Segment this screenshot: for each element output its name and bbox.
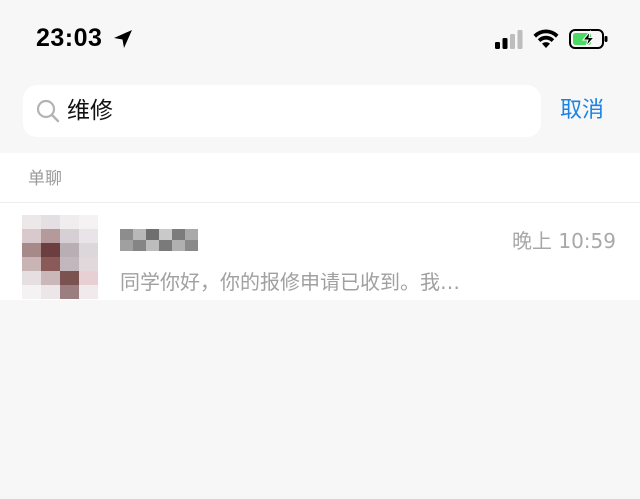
section-header: 单聊 [0, 153, 640, 202]
message-time: 晚上 10:59 [512, 229, 616, 253]
cellular-signal-icon [495, 30, 523, 49]
avatar [22, 215, 98, 299]
search-query[interactable]: 维修 [67, 97, 113, 125]
status-bar: 23:03 [0, 0, 640, 80]
section-title: 单聊 [28, 169, 62, 189]
wifi-icon [533, 29, 559, 48]
status-time: 23:03 [36, 24, 103, 52]
search-icon [36, 99, 60, 123]
search-input[interactable]: 维修 [23, 85, 541, 137]
message-preview: 同学你好，你的报修申请已收到。我… [120, 270, 460, 294]
chat-result-item[interactable]: 晚上 10:59 同学你好，你的报修申请已收到。我… [0, 203, 640, 300]
contact-name-pixelated [120, 229, 198, 251]
search-results-screen: 23:03 维修 取消 单聊 晚上 10:59 同学你好，你的报修申请已收到。我… [0, 0, 640, 499]
cancel-button[interactable]: 取消 [560, 97, 604, 125]
location-arrow-icon [114, 30, 132, 48]
battery-charging-icon [569, 29, 608, 49]
